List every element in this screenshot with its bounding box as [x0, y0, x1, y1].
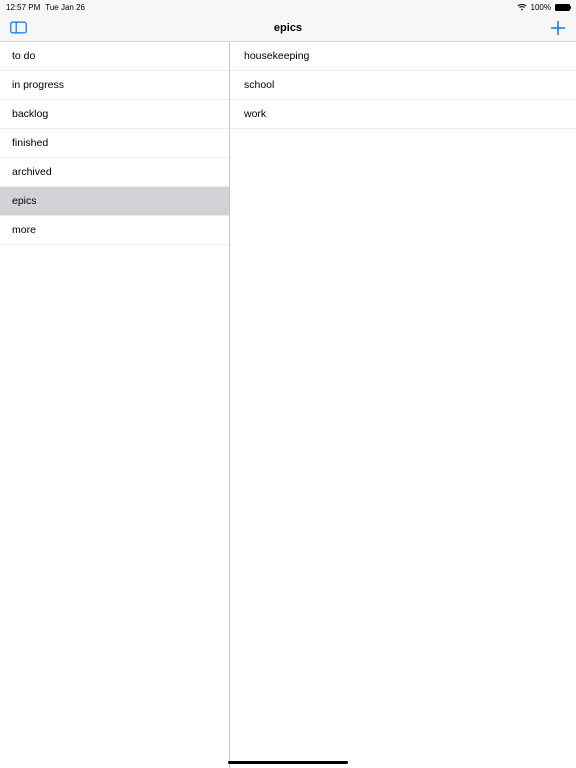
sidebar-item-in-progress[interactable]: in progress: [0, 71, 229, 100]
content: housekeeping school work: [230, 42, 576, 768]
list-item-school[interactable]: school: [230, 71, 576, 100]
battery-icon: [555, 4, 570, 11]
status-right: 100%: [517, 3, 570, 12]
wifi-icon: [517, 3, 527, 11]
sidebar-item-label: more: [12, 224, 36, 236]
sidebar-item-label: finished: [12, 137, 48, 149]
list-item-label: housekeeping: [244, 50, 309, 62]
nav-bar: epics: [0, 14, 576, 42]
sidebar-item-label: in progress: [12, 79, 64, 91]
sidebar-item-label: to do: [12, 50, 35, 62]
sidebar-item-to-do[interactable]: to do: [0, 42, 229, 71]
sidebar-item-backlog[interactable]: backlog: [0, 100, 229, 129]
sidebar-item-epics[interactable]: epics: [0, 187, 229, 216]
page-title: epics: [0, 22, 576, 34]
sidebar-item-label: epics: [12, 195, 37, 207]
status-left: 12:57 PM Tue Jan 26: [6, 3, 85, 12]
status-battery-percent: 100%: [531, 3, 551, 12]
list-item-label: work: [244, 108, 266, 120]
home-indicator: [228, 761, 348, 764]
sidebar-toggle-icon[interactable]: [10, 21, 27, 34]
list-item-housekeeping[interactable]: housekeeping: [230, 42, 576, 71]
sidebar-item-more[interactable]: more: [0, 216, 229, 245]
list-item-work[interactable]: work: [230, 100, 576, 129]
sidebar: to do in progress backlog finished archived e…: [0, 42, 230, 768]
sidebar-item-archived[interactable]: archived: [0, 158, 229, 187]
split-view: to do in progress backlog finished archived e…: [0, 42, 576, 768]
status-bar: 12:57 PM Tue Jan 26 100%: [0, 0, 576, 14]
add-button[interactable]: [550, 20, 566, 36]
status-time: 12:57 PM: [6, 3, 40, 12]
sidebar-item-finished[interactable]: finished: [0, 129, 229, 158]
status-date: Tue Jan 26: [45, 3, 85, 12]
list-item-label: school: [244, 79, 274, 91]
sidebar-item-label: backlog: [12, 108, 48, 120]
sidebar-item-label: archived: [12, 166, 52, 178]
